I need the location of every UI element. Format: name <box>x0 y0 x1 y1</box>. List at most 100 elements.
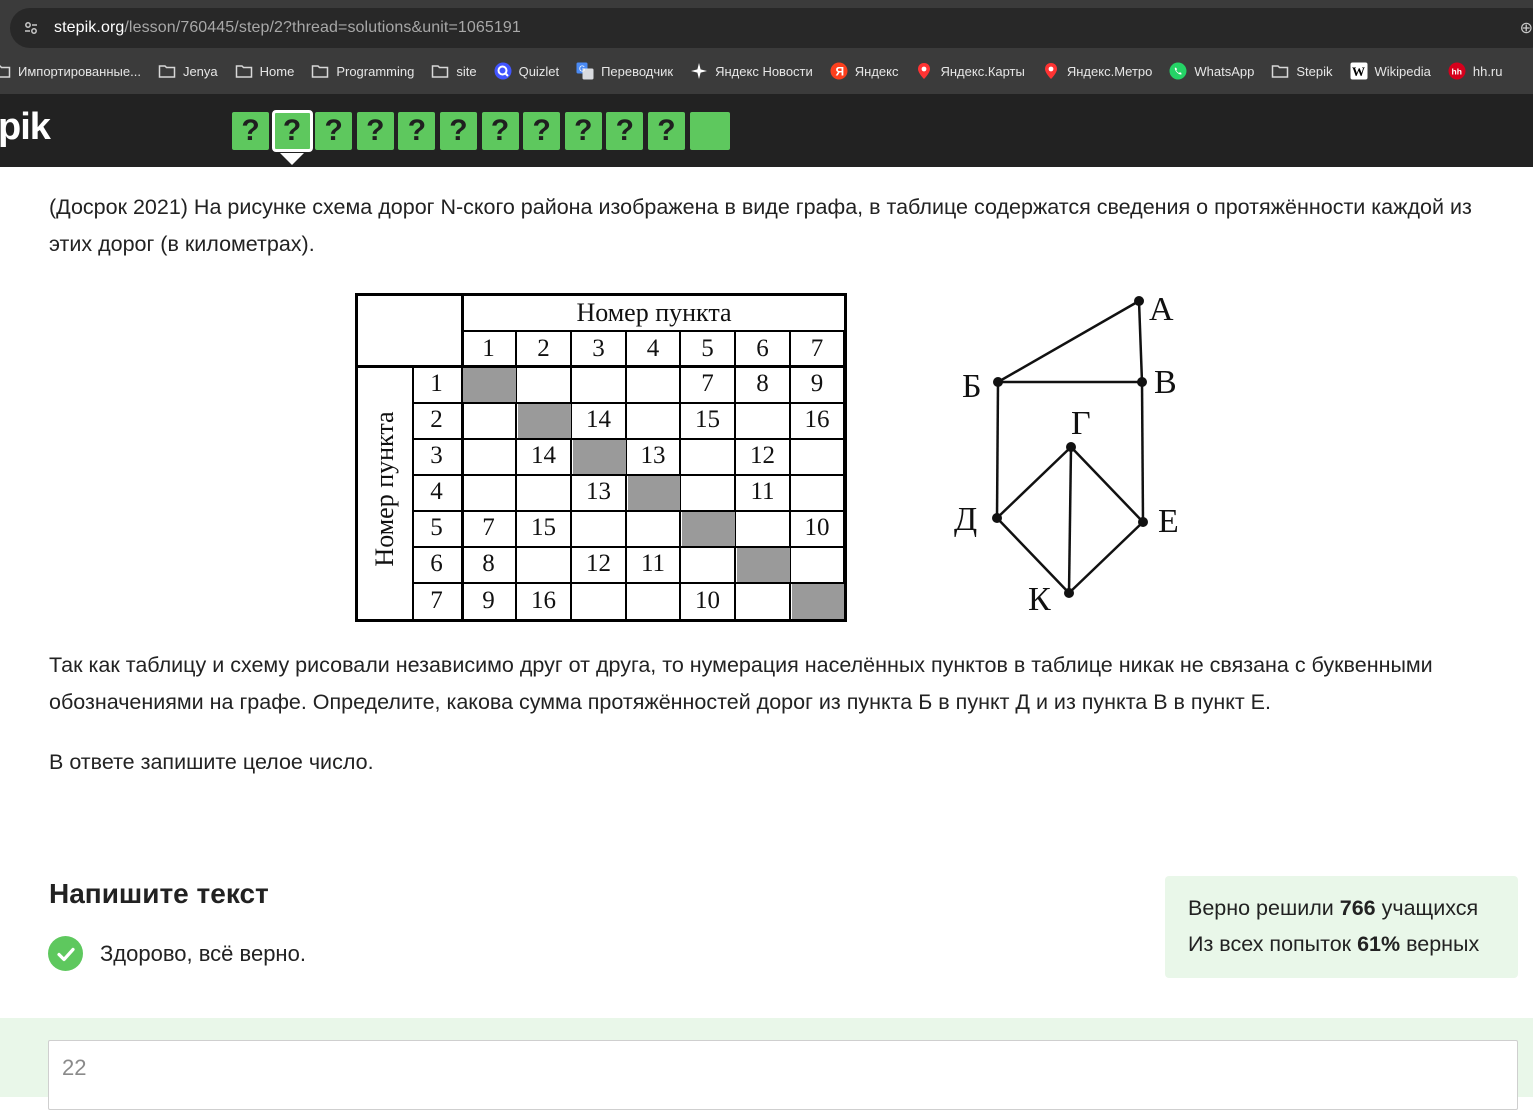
stats-percent: Из всех попыток 61% верных <box>1188 926 1518 962</box>
answer-textarea[interactable]: 22 <box>48 1040 1518 1110</box>
label-e: Е <box>1158 503 1179 540</box>
current-step-pointer <box>280 153 304 165</box>
bookmark-item[interactable]: site <box>430 62 477 80</box>
table-row-header: Номер пункта <box>370 411 399 567</box>
diagonal-shaded-cell <box>682 512 735 546</box>
bookmark-label: Quizlet <box>518 63 560 79</box>
map-pin-icon <box>914 62 934 80</box>
bookmark-item[interactable]: hh hh.ru <box>1447 62 1503 80</box>
problem-instruction: В ответе запишите целое число. <box>49 750 374 774</box>
yandex-icon: Я <box>829 62 849 80</box>
table-cell: 7 <box>701 370 714 397</box>
edge-g-k <box>1067 446 1073 594</box>
bookmark-item[interactable]: WhatsApp <box>1168 62 1254 80</box>
step-button[interactable]: ? <box>232 112 269 150</box>
step-button[interactable]: ? <box>439 112 477 150</box>
svg-text:Я: Я <box>835 65 844 79</box>
stats-solved-suffix: учащихся <box>1375 896 1479 920</box>
label-g: Г <box>1071 405 1091 442</box>
table-cell: 15 <box>695 406 720 433</box>
folder-icon <box>234 62 254 80</box>
stepik-header <box>0 94 1533 167</box>
stepik-logo[interactable]: pik <box>0 106 51 149</box>
table-row-number: 7 <box>430 586 443 614</box>
table-cell: 8 <box>482 550 495 577</box>
step-button[interactable]: ? <box>481 112 519 150</box>
edge-b-d <box>995 381 1000 519</box>
quizlet-icon <box>493 62 513 80</box>
table-row-number: 3 <box>430 442 443 469</box>
bookmark-item[interactable]: Яндекс Новости <box>689 62 813 80</box>
label-v: В <box>1154 364 1177 401</box>
bookmark-label: Яндекс <box>854 63 899 79</box>
table-cell: 10 <box>695 586 720 614</box>
stats-solved: Верно решили 766 учащихся <box>1188 890 1518 926</box>
table-row-number: 5 <box>430 514 443 541</box>
step-button[interactable]: ? <box>606 112 644 150</box>
stats-solved-count: 766 <box>1339 896 1376 920</box>
step-button[interactable]: ? <box>523 112 561 150</box>
table-cell: 12 <box>586 550 611 577</box>
folder-icon <box>310 62 330 80</box>
table-column-number: 1 <box>482 334 495 362</box>
node-k <box>1064 588 1074 598</box>
edge-a-v <box>1137 300 1144 383</box>
bookmark-item[interactable]: G Переводчик <box>575 62 673 80</box>
url-path: /lesson/760445/step/2?thread=solutions&u… <box>124 19 521 36</box>
bookmark-item[interactable]: Stepik <box>1270 62 1333 80</box>
diagonal-shaded-cell <box>463 368 516 402</box>
bookmark-item[interactable]: Home <box>234 62 294 80</box>
answer-section-title: Напишите текст <box>49 878 269 909</box>
table-grid-line <box>412 402 844 404</box>
table-row-number: 1 <box>430 370 443 397</box>
step-button[interactable]: ? <box>271 110 313 152</box>
bookmark-label: Stepik <box>1296 63 1333 79</box>
wikipedia-icon: W <box>1349 62 1369 80</box>
bookmark-item[interactable]: W Wikipedia <box>1349 62 1431 80</box>
node-g <box>1066 442 1076 452</box>
stats-solved-prefix: Верно решили <box>1188 896 1340 920</box>
bookmark-item[interactable]: Programming <box>310 62 414 80</box>
label-b: Б <box>962 368 982 405</box>
bookmark-item[interactable]: Quizlet <box>493 62 559 80</box>
step-button[interactable] <box>689 112 730 150</box>
bookmark-label: WhatsApp <box>1194 63 1255 79</box>
table-row-number: 4 <box>430 478 443 505</box>
svg-text:hh: hh <box>1451 67 1461 77</box>
yandex-news-icon <box>689 62 709 80</box>
bookmark-item[interactable]: Яндекс.Метро <box>1041 62 1152 80</box>
table-column-number: 6 <box>756 334 769 362</box>
zoom-icon[interactable]: ⊕ <box>1520 18 1533 38</box>
problem-body: Так как таблицу и схему рисовали независ… <box>49 653 1433 714</box>
step-button[interactable]: ? <box>315 112 353 150</box>
step-button[interactable]: ? <box>647 112 685 150</box>
table-row-number: 2 <box>430 406 443 433</box>
bookmark-label: Переводчик <box>601 63 674 79</box>
map-pin-icon <box>1041 62 1061 80</box>
table-cell: 8 <box>756 370 769 397</box>
bookmark-item[interactable]: Импортированные... <box>0 62 141 80</box>
url-text[interactable]: stepik.org/lesson/760445/step/2?thread=s… <box>54 19 521 37</box>
address-bar[interactable]: stepik.org/lesson/760445/step/2?thread=s… <box>10 8 1533 48</box>
step-button[interactable]: ? <box>398 112 436 150</box>
bookmark-label: Яндекс Новости <box>715 63 813 79</box>
step-button[interactable]: ? <box>564 112 602 150</box>
table-column-number: 5 <box>701 334 714 362</box>
edge-g-e <box>1070 446 1144 523</box>
table-cell: 14 <box>586 406 611 433</box>
bookmark-label: hh.ru <box>1472 63 1503 79</box>
bookmark-label: Яндекс.Карты <box>940 63 1025 79</box>
folder-icon <box>157 62 177 80</box>
site-info-icon[interactable] <box>14 11 48 45</box>
table-column-number: 3 <box>592 334 605 362</box>
bookmark-item[interactable]: Я Яндекс <box>829 62 899 80</box>
node-v <box>1137 377 1147 387</box>
diagonal-shaded-cell <box>573 440 626 474</box>
hh-icon: hh <box>1447 62 1467 80</box>
table-column-number: 4 <box>646 334 660 362</box>
bookmark-item[interactable]: Jenya <box>157 62 218 80</box>
node-a <box>1134 296 1144 306</box>
translate-icon: G <box>575 62 595 80</box>
bookmark-item[interactable]: Яндекс.Карты <box>914 62 1025 80</box>
step-button[interactable]: ? <box>356 112 394 150</box>
